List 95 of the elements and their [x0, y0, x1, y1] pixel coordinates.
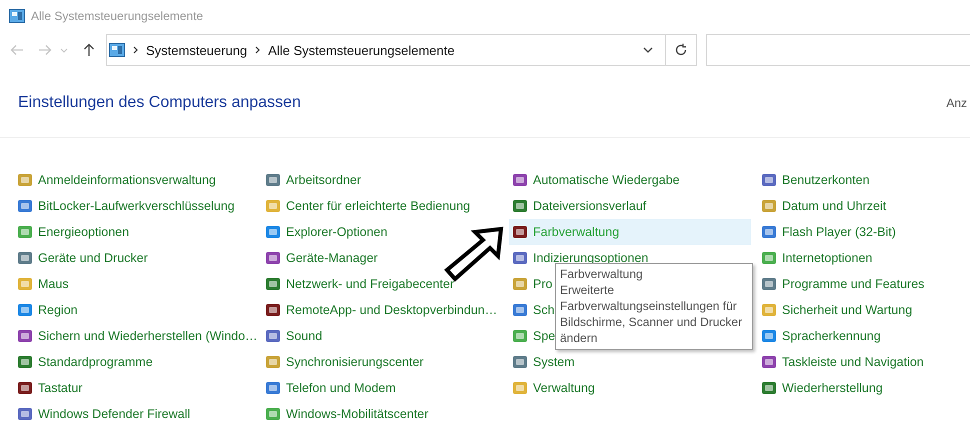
tile-icon: [17, 172, 33, 188]
tile-icon: [265, 328, 281, 344]
tile-icon: [265, 172, 281, 188]
tile-icon: [512, 328, 528, 344]
control-panel-item[interactable]: Sound: [262, 323, 326, 349]
control-panel-item[interactable]: Automatische Wiedergabe: [509, 167, 683, 193]
control-panel-item[interactable]: Energieoptionen: [14, 219, 132, 245]
tile-icon: [512, 172, 528, 188]
tile-icon: [512, 250, 528, 266]
refresh-icon: [674, 43, 688, 57]
forward-arrow-icon[interactable]: [38, 43, 52, 57]
tile-icon: [265, 406, 281, 422]
chevron-icon: [255, 46, 260, 54]
control-panel-item[interactable]: Maus: [14, 271, 72, 297]
control-panel-item[interactable]: Programme und Features: [758, 271, 928, 297]
up-arrow-icon[interactable]: [82, 43, 96, 57]
control-panel-item[interactable]: Tastatur: [14, 375, 86, 401]
tile-icon: [512, 302, 528, 318]
control-panel-item[interactable]: Region: [14, 297, 81, 323]
view-by-label[interactable]: Anz: [946, 96, 967, 110]
control-panel-item[interactable]: Geräte-Manager: [262, 245, 381, 271]
page-heading: Einstellungen des Computers anpassen: [18, 94, 301, 112]
control-panel-item[interactable]: Netzwerk- und Freigabecenter: [262, 271, 458, 297]
control-panel-item[interactable]: Dateiversionsverlauf: [509, 193, 650, 219]
control-panel-item[interactable]: Verwaltung: [509, 375, 598, 401]
tile-icon: [17, 302, 33, 318]
control-panel-item[interactable]: Sch: [509, 297, 558, 323]
control-panel-item[interactable]: Spracherkennung: [758, 323, 884, 349]
control-panel-item[interactable]: Explorer-Optionen: [262, 219, 390, 245]
tile-icon: [512, 224, 528, 240]
tile-icon: [761, 380, 777, 396]
control-panel-item[interactable]: Farbverwaltung: [509, 219, 751, 245]
control-panel-item[interactable]: BitLocker-Laufwerkverschlüsselung: [14, 193, 238, 219]
control-panel-item[interactable]: Standardprogramme: [14, 349, 156, 375]
control-panel-item[interactable]: Datum und Uhrzeit: [758, 193, 890, 219]
control-panel-item[interactable]: Internetoptionen: [758, 245, 876, 271]
control-panel-item[interactable]: Sicherheit und Wartung: [758, 297, 916, 323]
control-panel-icon: [109, 43, 125, 57]
tile-icon: [761, 328, 777, 344]
control-panel-item[interactable]: System: [509, 349, 578, 375]
control-panel-item[interactable]: Benutzerkonten: [758, 167, 873, 193]
tile-icon: [761, 276, 777, 292]
control-panel-item[interactable]: Windows-Mobilitätscenter: [262, 401, 432, 427]
tile-icon: [17, 250, 33, 266]
breadcrumb[interactable]: Systemsteuerung: [146, 42, 248, 58]
control-panel-item[interactable]: Pro: [509, 271, 556, 297]
control-panel-item[interactable]: Spe: [509, 323, 558, 349]
control-panel-item[interactable]: Sichern und Wiederherstellen (Windo…: [14, 323, 261, 349]
control-panel-item[interactable]: Arbeitsordner: [262, 167, 364, 193]
tile-icon: [761, 302, 777, 318]
tile-icon: [265, 302, 281, 318]
breadcrumb[interactable]: Alle Systemsteuerungselemente: [268, 42, 455, 58]
control-panel-item[interactable]: Wiederherstellung: [758, 375, 886, 401]
control-panel-item[interactable]: Synchronisierungscenter: [262, 349, 427, 375]
caret-icon[interactable]: [60, 48, 68, 52]
tile-icon: [761, 354, 777, 370]
tile-icon: [512, 380, 528, 396]
control-panel-item[interactable]: RemoteApp- und Desktopverbindun…: [262, 297, 500, 323]
chevron-icon: [133, 46, 138, 54]
tile-icon: [761, 172, 777, 188]
search-field[interactable]: [706, 34, 970, 66]
tile-icon: [265, 198, 281, 214]
window-icon: [9, 9, 25, 23]
tooltip-title: Farbverwaltung: [560, 266, 644, 282]
tile-icon: [17, 276, 33, 292]
control-panel-item[interactable]: Telefon und Modem: [262, 375, 399, 401]
tile-icon: [512, 354, 528, 370]
control-panel-item[interactable]: Windows Defender Firewall: [14, 401, 194, 427]
tile-icon: [761, 224, 777, 240]
tile-icon: [17, 354, 33, 370]
tile-icon: [761, 198, 777, 214]
control-panel-item[interactable]: Anmeldeinformationsverwaltung: [14, 167, 219, 193]
control-panel-item[interactable]: Flash Player (32-Bit): [758, 219, 899, 245]
tile-icon: [265, 354, 281, 370]
tile-icon: [265, 250, 281, 266]
address-bar[interactable]: Systemsteuerung Alle Systemsteuerungselemente: [106, 34, 666, 66]
tile-icon: [17, 328, 33, 344]
tile-icon: [17, 224, 33, 240]
tile-icon: [265, 380, 281, 396]
back-arrow-icon[interactable]: [10, 43, 24, 57]
tooltip-text: Erweiterte Farbverwaltungseinstellungen für Bildschirme, Scanner und Drucker ändern: [560, 282, 744, 346]
tile-icon: [17, 406, 33, 422]
tile-icon: [17, 380, 33, 396]
refresh-button[interactable]: [666, 34, 697, 66]
tile-icon: [17, 198, 33, 214]
tile-icon: [512, 198, 528, 214]
window-title: Alle Systemsteuerungselemente: [31, 9, 204, 23]
tile-icon: [265, 224, 281, 240]
tile-icon: [512, 276, 528, 292]
control-panel-item[interactable]: Center für erleichterte Bedienung: [262, 193, 474, 219]
control-panel-item[interactable]: Taskleiste und Navigation: [758, 349, 927, 375]
dropdown-caret-icon[interactable]: [643, 47, 653, 53]
tile-icon: [265, 276, 281, 292]
tile-icon: [761, 250, 777, 266]
control-panel-item[interactable]: Geräte und Drucker: [14, 245, 151, 271]
